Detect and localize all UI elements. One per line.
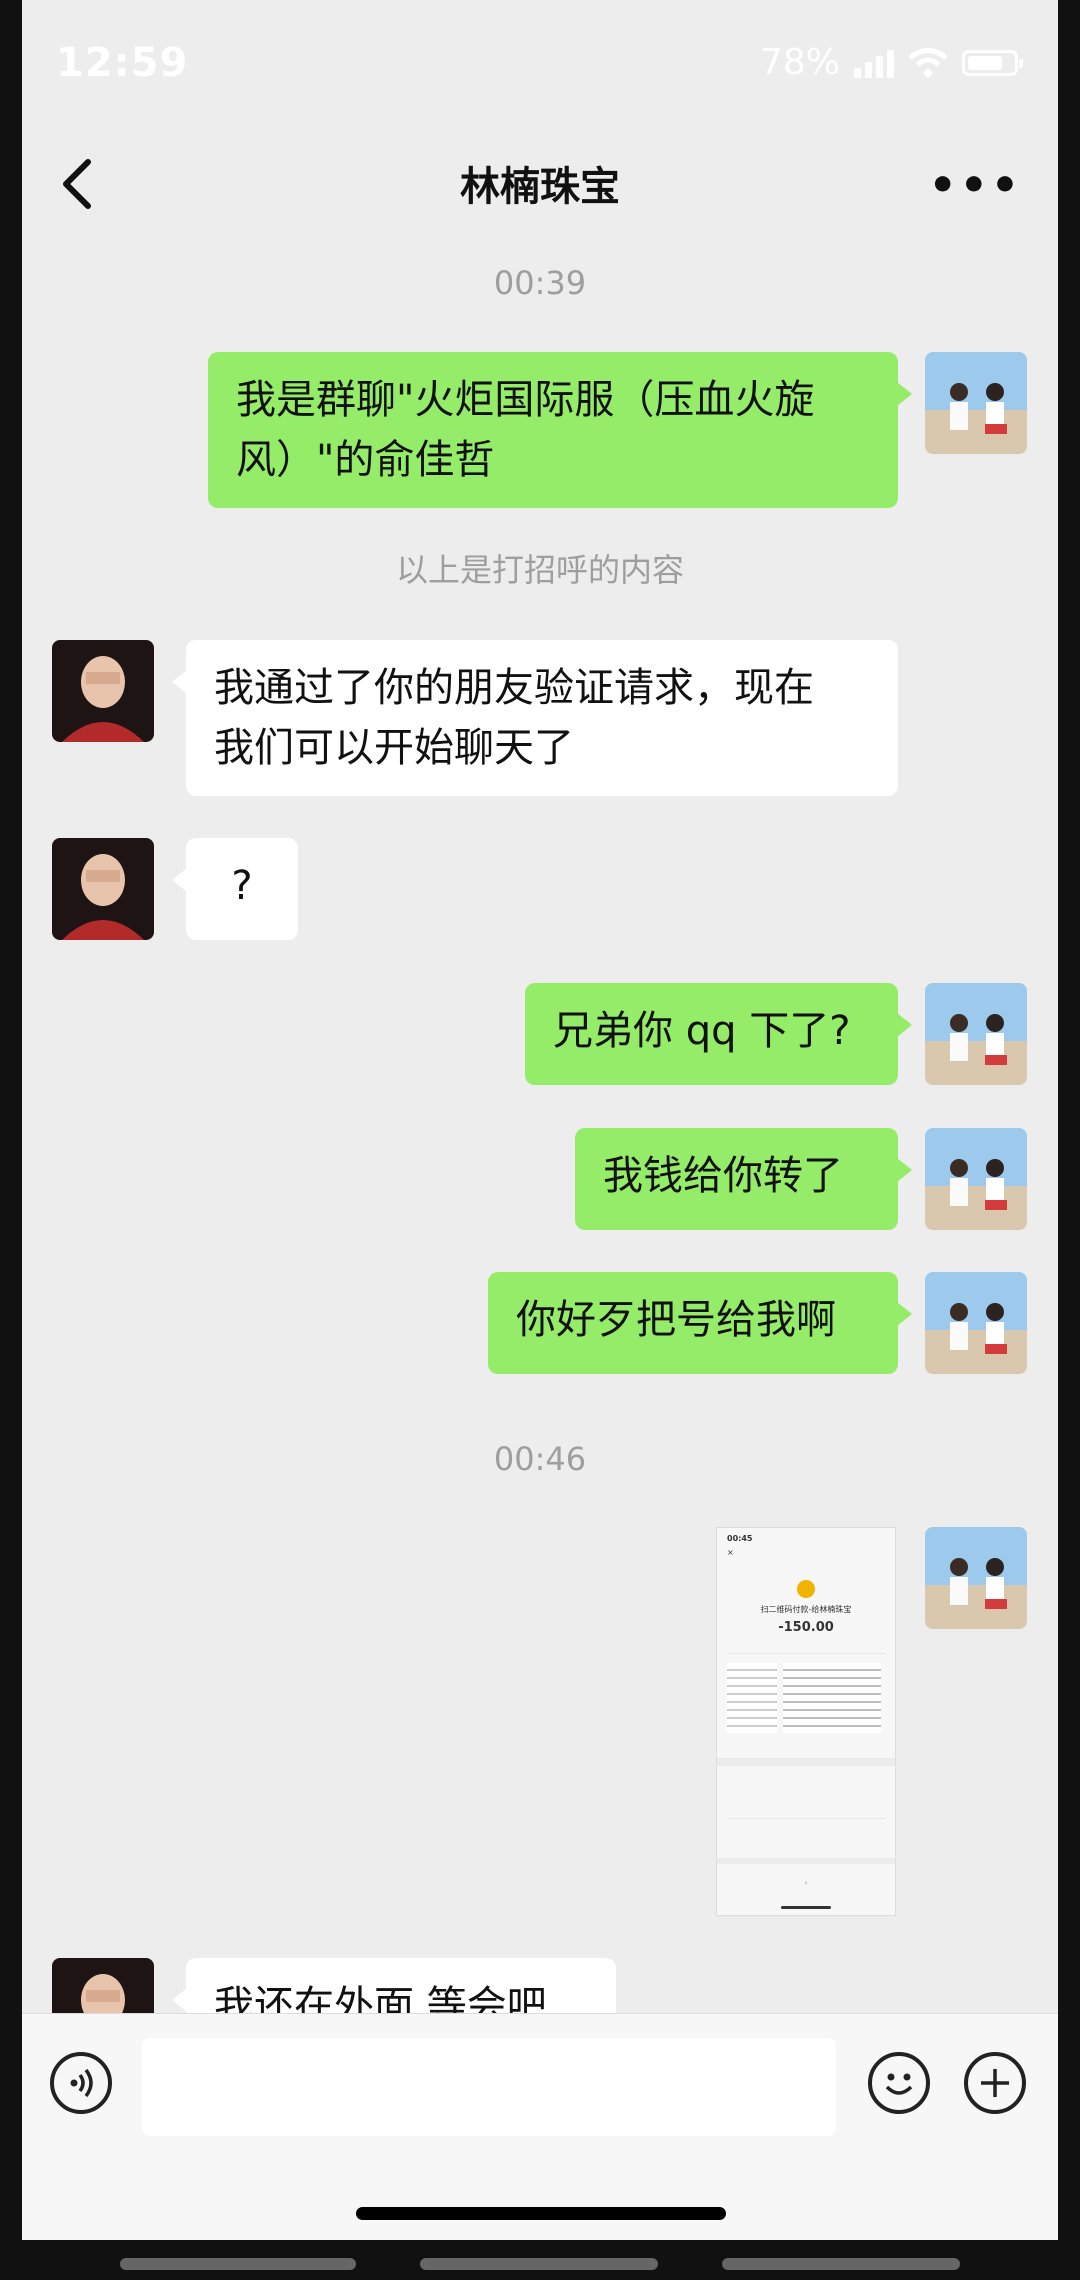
avatar[interactable] xyxy=(925,1272,1027,1374)
chevron-left-icon: ‹ xyxy=(804,1878,808,1887)
message-text: 你好歹把号给我啊 xyxy=(516,1297,836,1343)
message-bubble-received[interactable]: 我通过了你的朋友验证请求，现在 我们可以开始聊天了 xyxy=(172,640,898,796)
message-bubble-received[interactable]: ? xyxy=(172,838,298,940)
message-bubble-sent[interactable]: 兄弟你 qq 下了? xyxy=(525,983,912,1085)
chat-header: 林楠珠宝 ••• xyxy=(22,130,1058,240)
emoji-icon[interactable] xyxy=(868,2052,930,2114)
message-text: 我通过了你的朋友验证请求，现在 xyxy=(214,665,814,711)
battery-icon xyxy=(962,49,1023,76)
greeting-notice: 以上是打招呼的内容 xyxy=(395,551,684,589)
avatar[interactable] xyxy=(52,838,154,940)
message-text: 我钱给你转了 xyxy=(603,1153,843,1199)
chat-screen: 12:59 78% 林楠珠宝 ••• 00:39 我是群聊"火炬国际服（压血火旋… xyxy=(22,0,1058,2240)
bottom-edge-bars xyxy=(0,2250,1080,2280)
message-text: 兄弟你 qq 下了? xyxy=(553,1008,851,1054)
plus-icon[interactable] xyxy=(964,2052,1026,2114)
message-bubble-sent[interactable]: 我是群聊"火炬国际服（压血火旋 风）"的俞佳哲 xyxy=(208,352,912,508)
avatar[interactable] xyxy=(925,1527,1027,1629)
screenshot-payee: 扫二维码付款-给林楠珠宝 xyxy=(760,1605,852,1614)
avatar[interactable] xyxy=(925,352,1027,454)
close-icon: × xyxy=(727,1548,734,1557)
signal-icon xyxy=(854,48,894,78)
message-bubble-sent[interactable]: 你好歹把号给我啊 xyxy=(488,1272,912,1374)
coin-icon xyxy=(797,1580,815,1598)
message-bubble-sent[interactable]: 我钱给你转了 xyxy=(575,1128,912,1230)
status-time: 12:59 xyxy=(56,40,189,86)
avatar[interactable] xyxy=(925,983,1027,1085)
input-bar xyxy=(22,2013,1058,2240)
message-text: 我们可以开始聊天了 xyxy=(214,725,574,771)
timestamp: 00:46 xyxy=(493,1440,587,1478)
wifi-icon xyxy=(908,47,948,77)
battery-fill xyxy=(968,55,1003,70)
home-indicator[interactable] xyxy=(356,2207,726,2220)
message-text: ? xyxy=(231,863,253,909)
battery-percent: 78% xyxy=(759,42,840,83)
more-icon[interactable]: ••• xyxy=(929,160,1022,211)
voice-icon[interactable] xyxy=(50,2052,112,2114)
screenshot-time: 00:45 xyxy=(727,1534,753,1543)
message-text: 风）"的俞佳哲 xyxy=(236,437,495,483)
avatar[interactable] xyxy=(925,1128,1027,1230)
status-icons: 78% xyxy=(759,42,1023,83)
screenshot-amount: -150.00 xyxy=(778,1620,834,1635)
message-text: 我是群聊"火炬国际服（压血火旋 xyxy=(236,377,815,423)
payment-screenshot-image[interactable]: 00:45 × 扫二维码付款-给林楠珠宝 -150.00 ‹ xyxy=(716,1527,896,1916)
avatar[interactable] xyxy=(52,640,154,742)
chat-title: 林楠珠宝 xyxy=(460,164,620,210)
message-input[interactable] xyxy=(142,2038,836,2136)
status-bar: 12:59 78% xyxy=(22,0,1058,130)
timestamp: 00:39 xyxy=(493,264,587,302)
